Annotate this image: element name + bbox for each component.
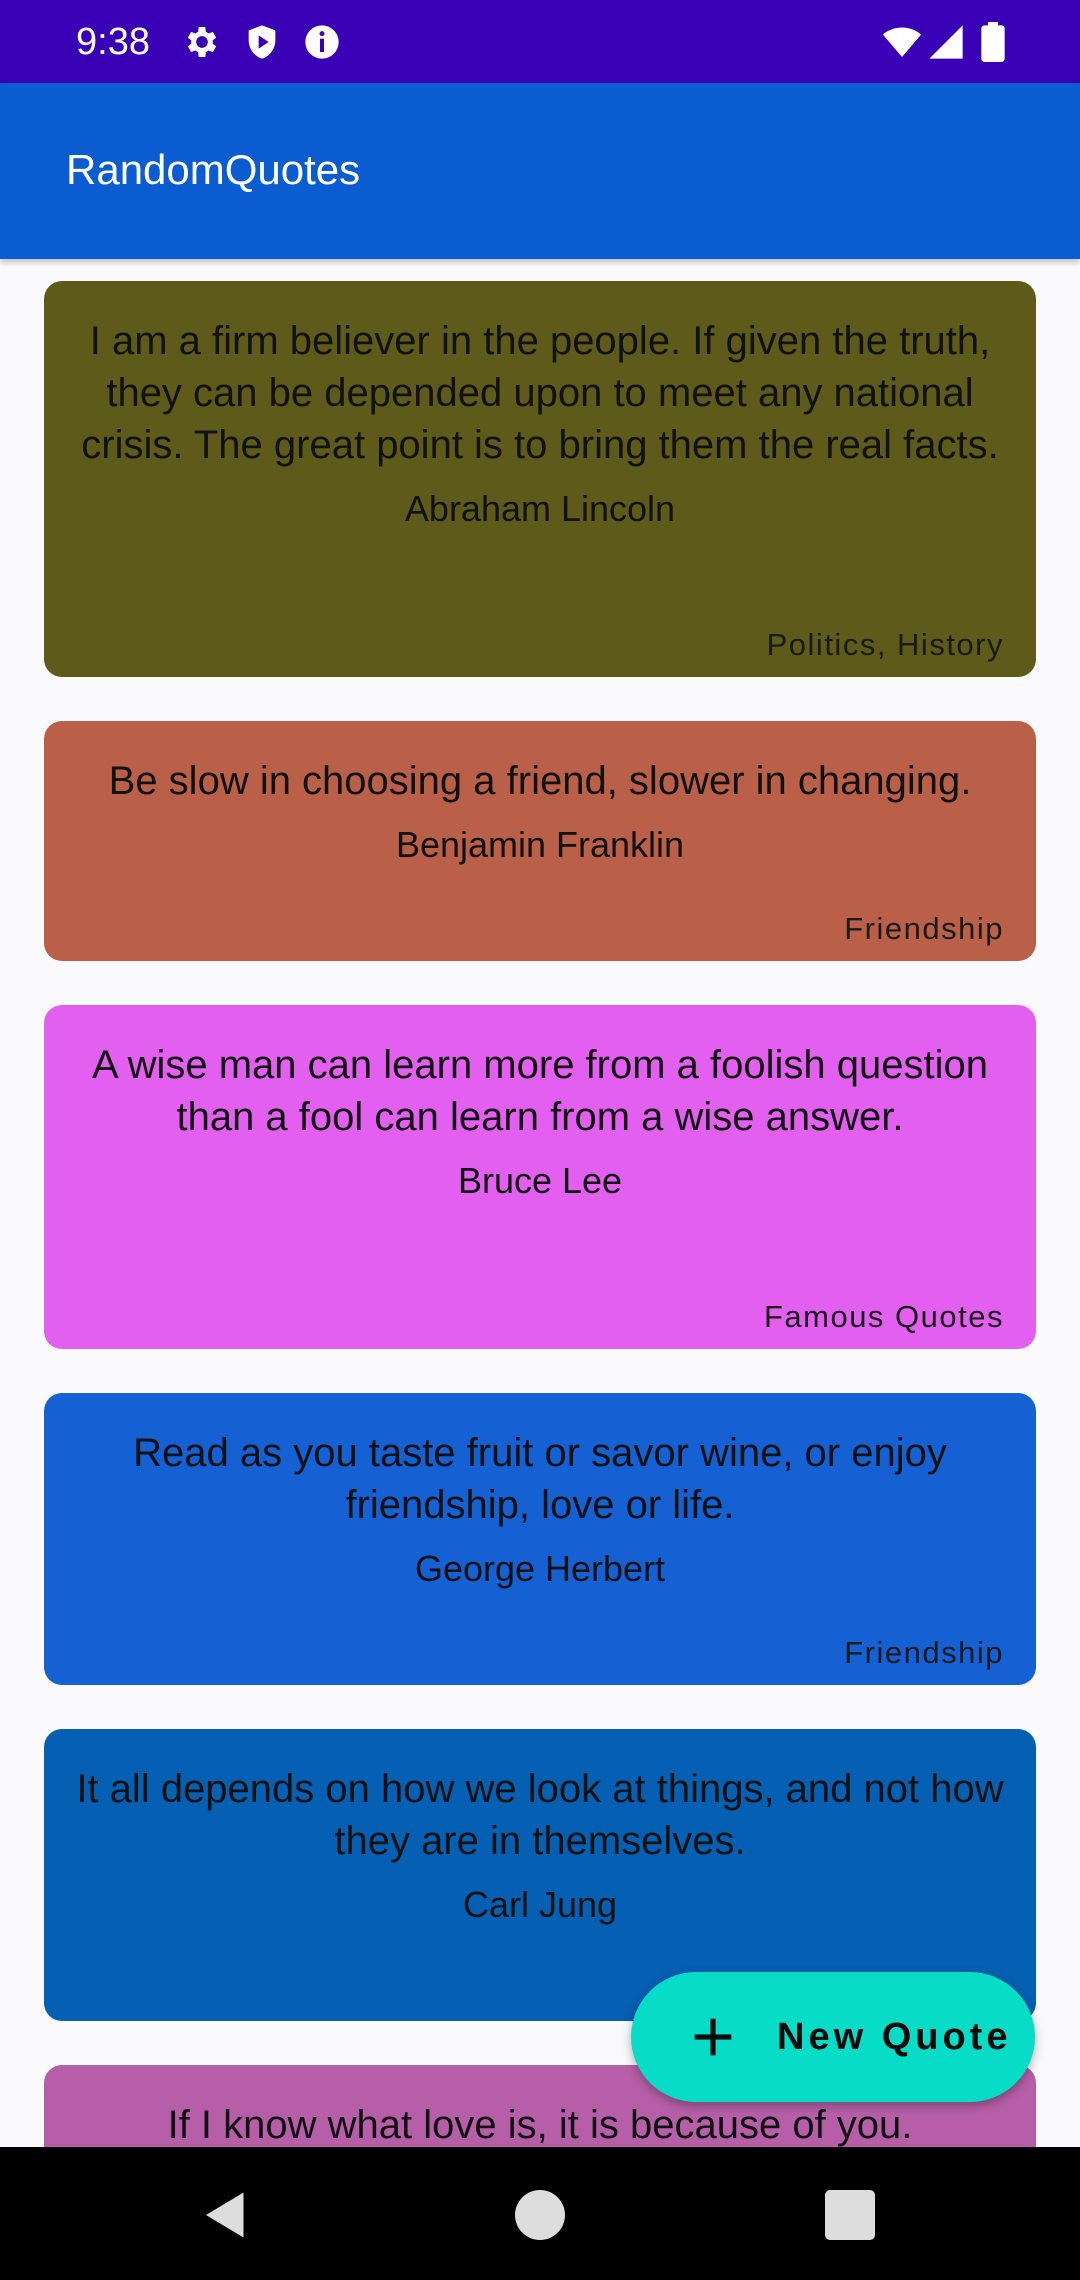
shield-icon — [248, 25, 276, 59]
quote-card[interactable]: I am a firm believer in the people. If g… — [44, 281, 1036, 677]
battery-icon — [981, 22, 1005, 62]
new-quote-label: New Quote — [777, 2016, 1012, 2058]
quote-author: Bruce Lee — [457, 1160, 623, 1201]
recents-icon[interactable] — [820, 2185, 880, 2245]
app-title: RandomQuotes — [66, 146, 361, 193]
plus-icon — [694, 2018, 732, 2056]
quote-card[interactable]: A wise man can learn more from a foolish… — [44, 1005, 1036, 1349]
back-icon[interactable] — [196, 2185, 256, 2245]
wifi-icon — [882, 27, 922, 57]
quote-tags: Friendship — [844, 1635, 1004, 1670]
cellular-signal-icon — [929, 25, 963, 59]
quote-author: Abraham Lincoln — [404, 488, 676, 529]
status-time: 9:38 — [76, 21, 150, 63]
app-bar: RandomQuotes — [0, 83, 1080, 259]
quote-card[interactable]: Read as you taste fruit or savor wine, o… — [44, 1393, 1036, 1685]
new-quote-button[interactable]: New Quote — [631, 1972, 1035, 2102]
quote-tags: Friendship — [844, 911, 1004, 946]
quote-text: A wise man can learn more from a foolish… — [92, 1043, 988, 1139]
quote-list[interactable]: I am a firm believer in the people. If g… — [0, 259, 1080, 2147]
status-bar: 9:38 — [0, 0, 1080, 83]
quote-text: Read as you taste fruit or savor wine, o… — [133, 1431, 947, 1527]
quote-card[interactable]: Be slow in choosing a friend, slower in … — [44, 721, 1036, 961]
quote-author: George Herbert — [414, 1548, 666, 1589]
quote-text: It all depends on how we look at things,… — [76, 1767, 1004, 1863]
quote-text: I am a firm believer in the people. If g… — [81, 319, 999, 467]
home-icon[interactable] — [510, 2185, 570, 2245]
navigation-bar — [0, 2147, 1080, 2280]
quote-text: Be slow in choosing a friend, slower in … — [108, 759, 972, 803]
quote-author: Carl Jung — [462, 1884, 618, 1925]
quote-tags: Politics, History — [766, 627, 1004, 662]
quote-tags: Famous Quotes — [763, 1299, 1004, 1334]
quote-author: Benjamin Franklin — [395, 824, 685, 865]
gear-icon — [187, 27, 217, 57]
info-icon — [305, 25, 339, 59]
